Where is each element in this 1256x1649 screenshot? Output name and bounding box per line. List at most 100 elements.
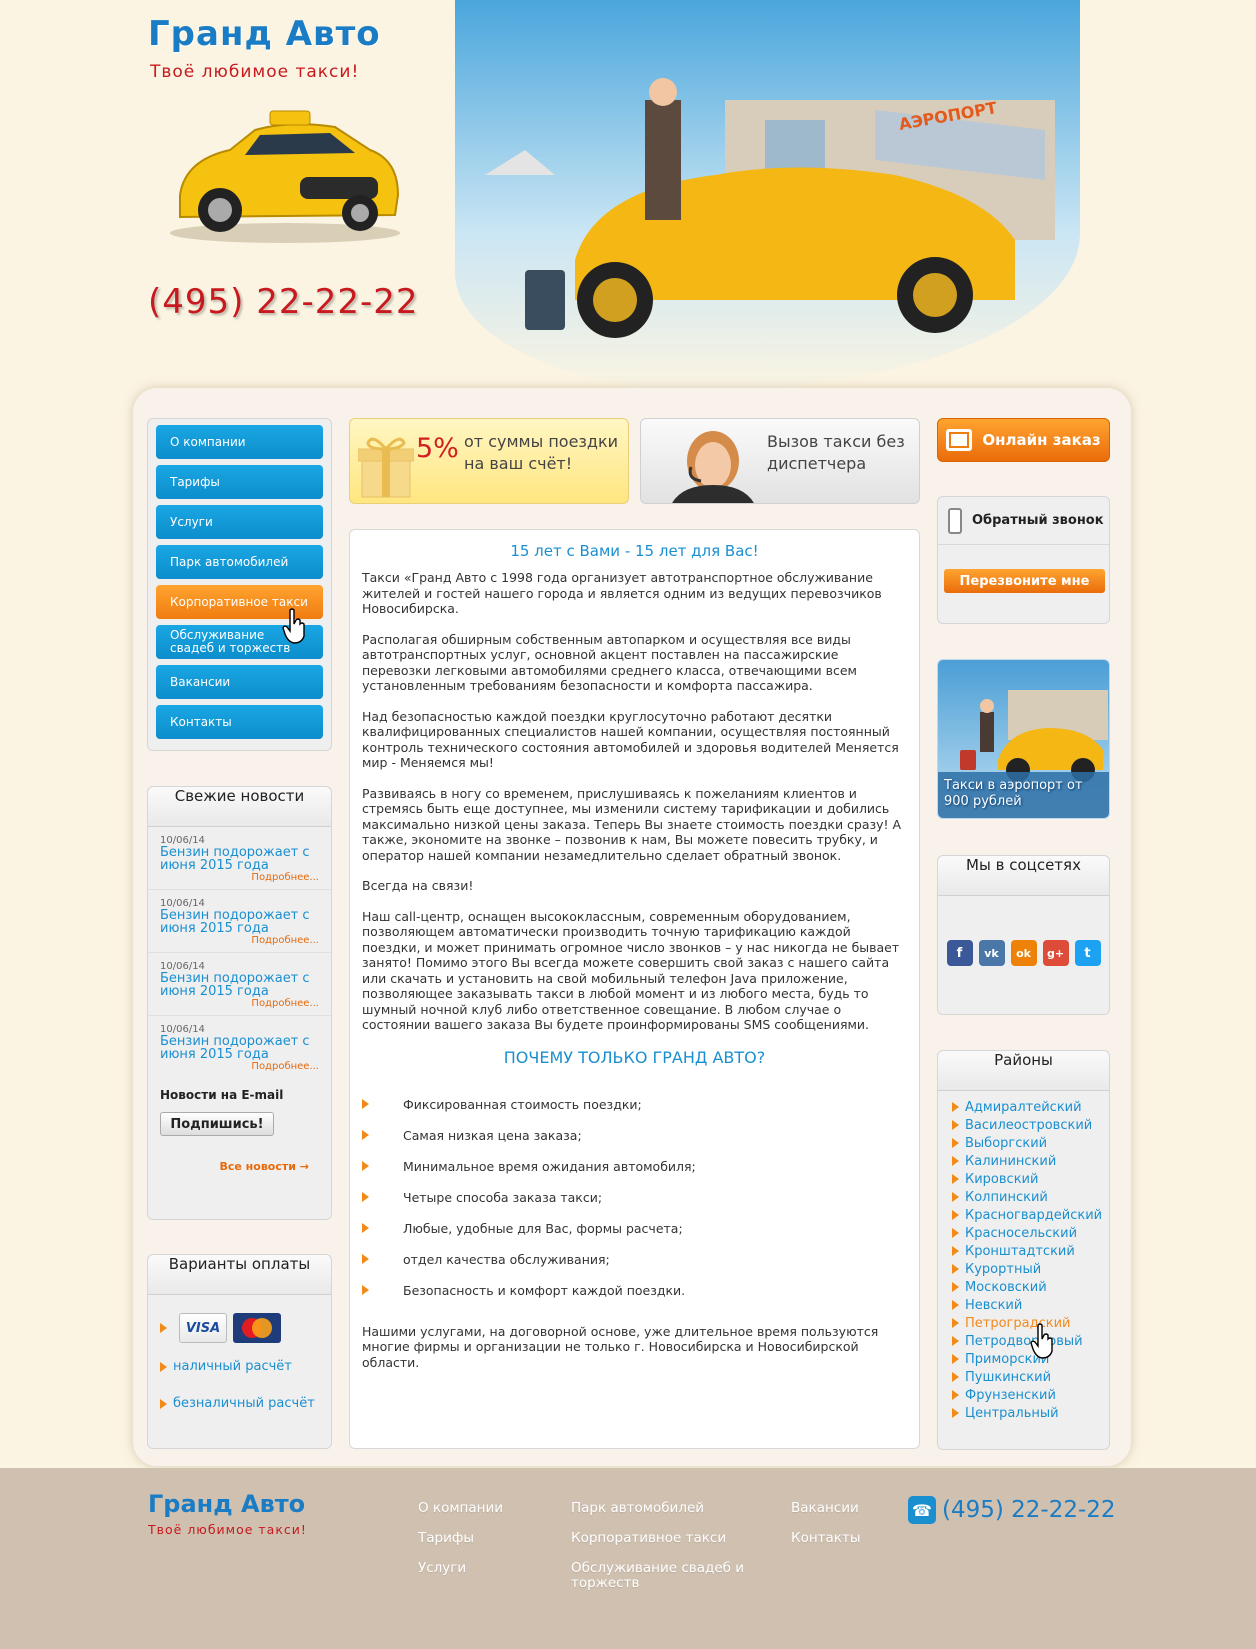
district-link[interactable]: Московский: [938, 1278, 1109, 1296]
why-title: ПОЧЕМУ ТОЛЬКО ГРАНД АВТО?: [503, 1047, 766, 1067]
facebook-icon[interactable]: f: [946, 940, 973, 966]
callback-box: Обратный звонок Перезвоните мне: [937, 496, 1110, 624]
district-link[interactable]: Пушкинский: [938, 1368, 1109, 1386]
bullet-arrow-icon: [952, 1210, 959, 1220]
bullet-arrow-icon: [160, 1361, 167, 1372]
bullet-arrow-icon: [952, 1336, 959, 1346]
district-link[interactable]: Выборгский: [938, 1134, 1109, 1152]
twitter-icon[interactable]: t: [1074, 940, 1101, 966]
district-link[interactable]: Кировский: [938, 1170, 1109, 1188]
district-link[interactable]: Красногвардейский: [938, 1206, 1109, 1224]
no-dispatcher-banner[interactable]: Вызов такси без диспетчера: [640, 418, 920, 504]
district-link[interactable]: Петроградский: [938, 1314, 1109, 1332]
content-paragraph: Развиваясь в ногу со временем, прислушив…: [362, 785, 902, 863]
taxi-car-image: [170, 110, 400, 243]
district-link[interactable]: Кронштадтский: [938, 1242, 1109, 1260]
bullet-arrow-icon: [952, 1300, 959, 1310]
news-box: Свежие новости 10/06/14 Бензин подорожае…: [147, 786, 332, 1220]
news-more-link[interactable]: Подробнее...: [160, 872, 319, 883]
footer-link-about[interactable]: О компании: [418, 1501, 503, 1516]
news-more-link[interactable]: Подробнее...: [160, 1061, 319, 1072]
district-link[interactable]: Колпинский: [938, 1188, 1109, 1206]
footer-link-services[interactable]: Услуги: [418, 1561, 466, 1576]
hero-banner: АЭРОПОРТ: [455, 0, 1080, 390]
social-icons: f vk ok g+ t: [938, 896, 1109, 966]
list-item: Минимальное время ожидания автомобиля;: [362, 1151, 907, 1182]
district-link[interactable]: Красносельский: [938, 1224, 1109, 1242]
list-item: Четыре способа заказа такси;: [362, 1182, 907, 1213]
news-link[interactable]: Бензин подорожает с июня 2015 года: [160, 909, 319, 935]
district-link[interactable]: Василеостровский: [938, 1116, 1109, 1134]
news-link[interactable]: Бензин подорожает с июня 2015 года: [160, 1035, 319, 1061]
payment-box: Варианты оплаты VISA наличный расчёт без…: [147, 1254, 332, 1449]
nav-item-fleet[interactable]: Парк автомобилей: [156, 545, 323, 579]
bonus-banner[interactable]: 5% от суммы поездки на ваш счёт!: [349, 418, 629, 504]
callback-title: Обратный звонок: [972, 513, 1104, 528]
bullet-arrow-icon: [952, 1102, 959, 1112]
vk-icon[interactable]: vk: [978, 940, 1005, 966]
district-link[interactable]: Невский: [938, 1296, 1109, 1314]
footer-link-tariffs[interactable]: Тарифы: [418, 1531, 474, 1546]
footer-phone-number: (495) 22-22-22: [942, 1497, 1116, 1523]
district-link[interactable]: Адмиралтейский: [938, 1098, 1109, 1116]
social-title: Мы в соцсетях: [938, 856, 1109, 896]
callback-header: Обратный звонок: [938, 497, 1109, 545]
district-link[interactable]: Фрунзенский: [938, 1386, 1109, 1404]
nav-item-contacts[interactable]: Контакты: [156, 705, 323, 739]
why-item: Минимальное время ожидания автомобиля;: [403, 1158, 696, 1174]
news-link[interactable]: Бензин подорожает с июня 2015 года: [160, 972, 319, 998]
district-link[interactable]: Центральный: [938, 1404, 1109, 1422]
district-link[interactable]: Калининский: [938, 1152, 1109, 1170]
district-link[interactable]: Приморский: [938, 1350, 1109, 1368]
header-phone[interactable]: (495) 22-22-22: [148, 282, 419, 322]
district-link[interactable]: Петродворцовый: [938, 1332, 1109, 1350]
news-more-link[interactable]: Подробнее...: [160, 935, 319, 946]
payment-option-cashless[interactable]: безналичный расчёт: [148, 1374, 331, 1411]
news-more-link[interactable]: Подробнее...: [160, 998, 319, 1009]
bullet-arrow-icon: [362, 1254, 369, 1264]
footer-link-contacts[interactable]: Контакты: [791, 1531, 860, 1546]
news-link[interactable]: Бензин подорожает с июня 2015 года: [160, 846, 319, 872]
online-order-button[interactable]: Онлайн заказ: [937, 418, 1110, 462]
nav-item-about[interactable]: О компании: [156, 425, 323, 459]
google-plus-icon[interactable]: g+: [1042, 940, 1069, 966]
list-item: отдел качества обслуживания;: [362, 1244, 907, 1275]
district-label: Выборгский: [965, 1135, 1048, 1151]
footer-logo-title[interactable]: Гранд Авто: [148, 1490, 305, 1518]
gift-icon: [358, 437, 414, 498]
airport-banner-text: Такси в аэропорт от 900 рублей: [944, 778, 1083, 809]
why-item: Фиксированная стоимость поездки;: [403, 1096, 642, 1112]
district-link[interactable]: Курортный: [938, 1260, 1109, 1278]
district-label: Невский: [965, 1297, 1023, 1313]
logo-title[interactable]: Гранд Авто: [148, 14, 381, 54]
nav-item-vacancies[interactable]: Вакансии: [156, 665, 323, 699]
footer-link-corporate[interactable]: Корпоративное такси: [571, 1531, 726, 1546]
mastercard-logo: [233, 1313, 281, 1343]
nav-item-tariffs[interactable]: Тарифы: [156, 465, 323, 499]
content-closing: Нашими услугами, на договорной основе, у…: [362, 1323, 879, 1370]
footer-link-vacancies[interactable]: Вакансии: [791, 1501, 859, 1516]
why-item: Самая низкая цена заказа;: [403, 1127, 582, 1143]
all-news-link[interactable]: Все новости →: [148, 1140, 331, 1173]
footer-link-weddings[interactable]: Обслуживание свадеб и торжеств: [571, 1561, 751, 1591]
news-item: 10/06/14 Бензин подорожает с июня 2015 г…: [148, 953, 331, 1016]
mobile-phone-icon: [948, 507, 962, 534]
district-label: Курортный: [965, 1261, 1042, 1277]
district-label: Красногвардейский: [965, 1207, 1103, 1223]
subscribe-button[interactable]: Подпишись!: [160, 1112, 274, 1136]
footer-phone[interactable]: ☎ (495) 22-22-22: [908, 1496, 1116, 1524]
airport-banner[interactable]: Такси в аэропорт от 900 рублей: [937, 659, 1110, 819]
bullet-arrow-icon: [952, 1156, 959, 1166]
payment-option-cash[interactable]: наличный расчёт: [148, 1343, 331, 1374]
header: Гранд Авто Твоё любимое такси! (495) 22-…: [0, 0, 1256, 390]
nav-item-services[interactable]: Услуги: [156, 505, 323, 539]
callback-button[interactable]: Перезвоните мне: [944, 569, 1105, 593]
bullet-arrow-icon: [160, 1323, 167, 1333]
odnoklassniki-icon[interactable]: ok: [1010, 940, 1037, 966]
bullet-arrow-icon: [952, 1408, 959, 1418]
district-label: Московский: [965, 1279, 1047, 1295]
content-title: 15 лет с Вами - 15 лет для Вас!: [510, 542, 759, 560]
content-paragraph: Всегда на связи!: [362, 878, 474, 893]
footer-link-fleet[interactable]: Парк автомобилей: [571, 1501, 704, 1516]
bullet-arrow-icon: [952, 1138, 959, 1148]
